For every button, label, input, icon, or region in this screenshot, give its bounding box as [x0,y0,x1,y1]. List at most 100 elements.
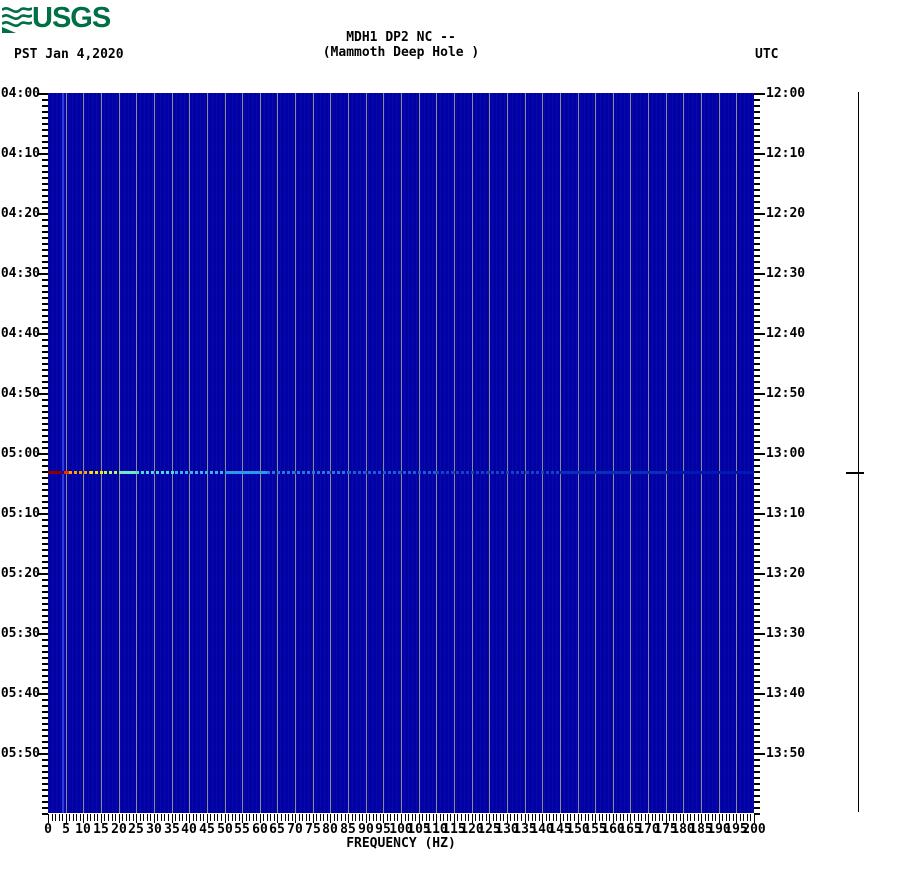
time-tick [42,543,48,545]
gridline [472,93,473,813]
frequency-tick [69,814,70,821]
frequency-tick [200,814,201,821]
time-tick [42,129,48,131]
time-tick [754,369,760,371]
left-time-label: 05:30 [0,626,40,641]
frequency-tick-label: 15 [93,822,109,837]
time-tick [42,555,48,557]
gridline [136,93,137,813]
frequency-axis-title: FREQUENCY (HZ) [346,836,456,851]
frequency-tick [634,814,635,821]
usgs-wave-icon [1,3,33,33]
frequency-tick [55,814,56,821]
frequency-tick [249,814,250,821]
time-tick [754,663,760,665]
time-tick [754,381,760,383]
time-tick [754,801,760,803]
chart-title: MDH1 DP2 NC -- (Mammoth Deep Hole ) [48,30,754,60]
gridline [701,93,702,813]
frequency-tick [567,814,568,821]
time-tick [42,387,48,389]
time-tick [42,189,48,191]
time-tick [42,477,48,479]
usgs-logo-text: USGS [32,2,111,34]
time-tick [754,309,760,311]
gridline [454,93,455,813]
event-segment [90,471,105,474]
gridline [683,93,684,813]
right-time-label: 13:00 [766,446,806,461]
gridline [419,93,420,813]
frequency-tick [306,814,307,821]
frequency-tick [712,814,713,821]
time-tick [42,159,48,161]
time-tick [754,573,765,575]
gridline [260,93,261,813]
gridline [666,93,667,813]
time-tick [754,243,760,245]
event-segment [136,471,176,474]
frequency-tick [76,814,77,821]
time-tick [754,159,760,161]
frequency-tick [556,814,557,821]
frequency-tick [546,814,547,821]
time-tick [754,651,760,653]
frequency-tick [122,814,123,821]
event-segment [48,471,63,474]
time-tick [42,657,48,659]
frequency-tick [355,814,356,821]
frequency-tick [175,814,176,821]
frequency-tick [623,814,624,821]
frequency-tick [563,814,564,821]
frequency-tick [157,814,158,821]
frequency-tick [468,814,469,821]
time-tick [754,303,760,305]
time-tick [42,609,48,611]
gridline [101,93,102,813]
frequency-tick [133,814,134,821]
right-time-label: 12:40 [766,326,806,341]
right-time-label: 12:10 [766,146,806,161]
right-time-label: 12:30 [766,266,806,281]
time-tick [42,261,48,263]
time-tick [754,441,760,443]
time-tick [42,561,48,563]
frequency-tick [316,814,317,821]
time-tick [42,639,48,641]
time-tick [42,441,48,443]
frequency-tick [129,814,130,821]
gridline [648,93,649,813]
frequency-tick-label: 80 [322,822,338,837]
time-tick [42,135,48,137]
time-tick [754,315,760,317]
event-segment [224,471,267,474]
frequency-tick [528,814,529,821]
frequency-tick [457,814,458,821]
time-tick [754,633,765,635]
time-tick [42,795,48,797]
time-tick [754,279,760,281]
time-tick [42,699,48,701]
time-tick [754,105,760,107]
frequency-tick [750,814,751,821]
frequency-tick-label: 0 [44,822,52,837]
time-tick [754,387,760,389]
time-tick [754,723,760,725]
frequency-tick [186,814,187,821]
spectrogram-plot [48,93,754,813]
frequency-tick [228,814,229,821]
event-segment [348,471,437,474]
time-tick [42,117,48,119]
time-tick [42,405,48,407]
gridline [719,93,720,813]
time-tick [754,705,760,707]
frequency-tick [581,814,582,821]
time-tick [42,579,48,581]
frequency-tick [394,814,395,821]
time-tick [42,357,48,359]
time-tick [42,201,48,203]
frequency-tick [475,814,476,821]
time-tick [754,393,765,395]
frequency-tick [645,814,646,821]
frequency-tick [270,814,271,821]
